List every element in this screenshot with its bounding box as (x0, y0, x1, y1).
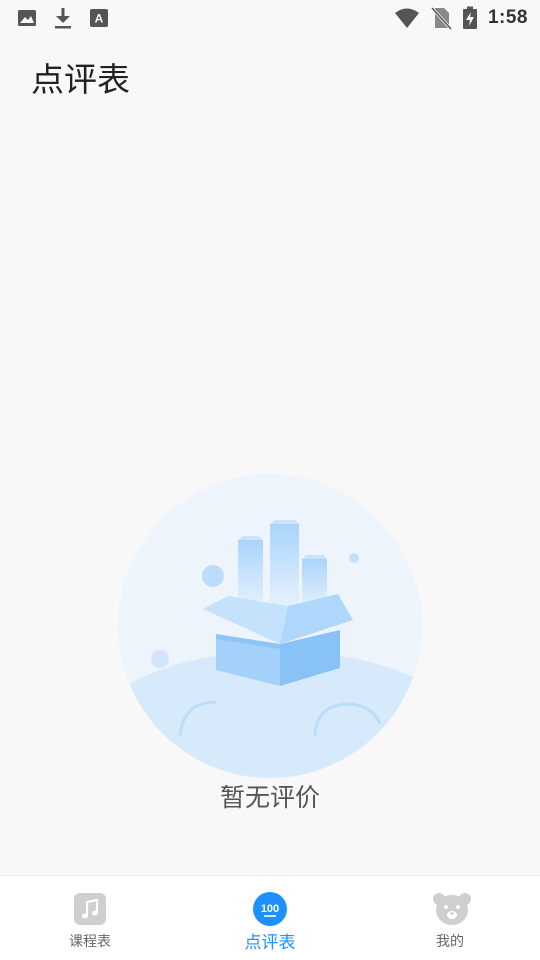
text-icon: A (90, 9, 108, 27)
tab-review[interactable]: 100 点评表 (180, 876, 360, 960)
empty-state-message: 暂无评价 (219, 783, 320, 812)
tab-schedule-label: 课程表 (69, 934, 111, 950)
tab-mine-label: 我的 (436, 934, 464, 950)
bear-icon (432, 891, 471, 927)
tab-schedule[interactable]: 课程表 (0, 876, 180, 960)
status-right-icons: 1:58 (394, 6, 528, 30)
svg-text:100: 100 (261, 903, 279, 915)
page-title: 点评表 (31, 60, 130, 99)
image-icon (18, 10, 36, 26)
wifi-icon (394, 8, 419, 28)
status-time: 1:58 (487, 7, 528, 28)
tab-mine[interactable]: 我的 (360, 876, 540, 960)
status-left-icons: A (16, 6, 110, 30)
battery-charging-icon (462, 6, 477, 29)
download-icon (55, 8, 71, 29)
no-sim-icon (430, 6, 452, 30)
status-bar: A 1:58 (0, 0, 540, 36)
score-100-icon: 100 (252, 891, 288, 927)
svg-text:A: A (95, 12, 104, 26)
tab-review-label: 点评表 (244, 933, 296, 953)
empty-box-illustration (118, 474, 422, 778)
bottom-tab-bar: 课程表 100 点评表 我的 (0, 875, 540, 960)
music-note-icon (72, 891, 108, 927)
